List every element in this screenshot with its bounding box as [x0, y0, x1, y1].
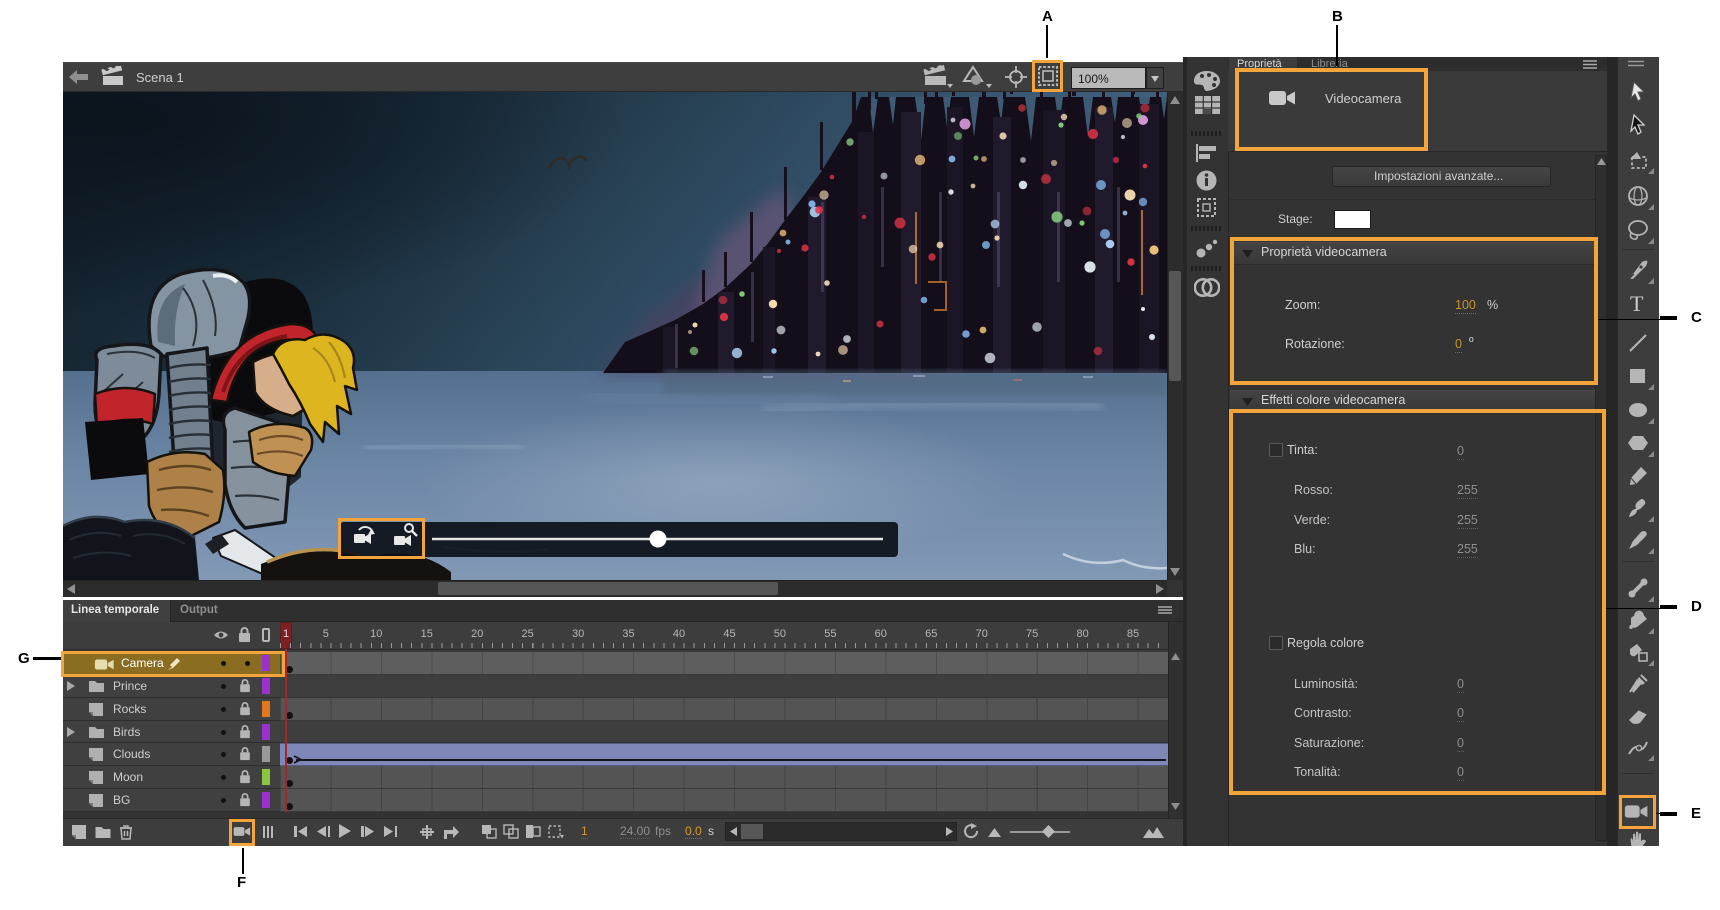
svg-text:T: T [1630, 292, 1644, 314]
